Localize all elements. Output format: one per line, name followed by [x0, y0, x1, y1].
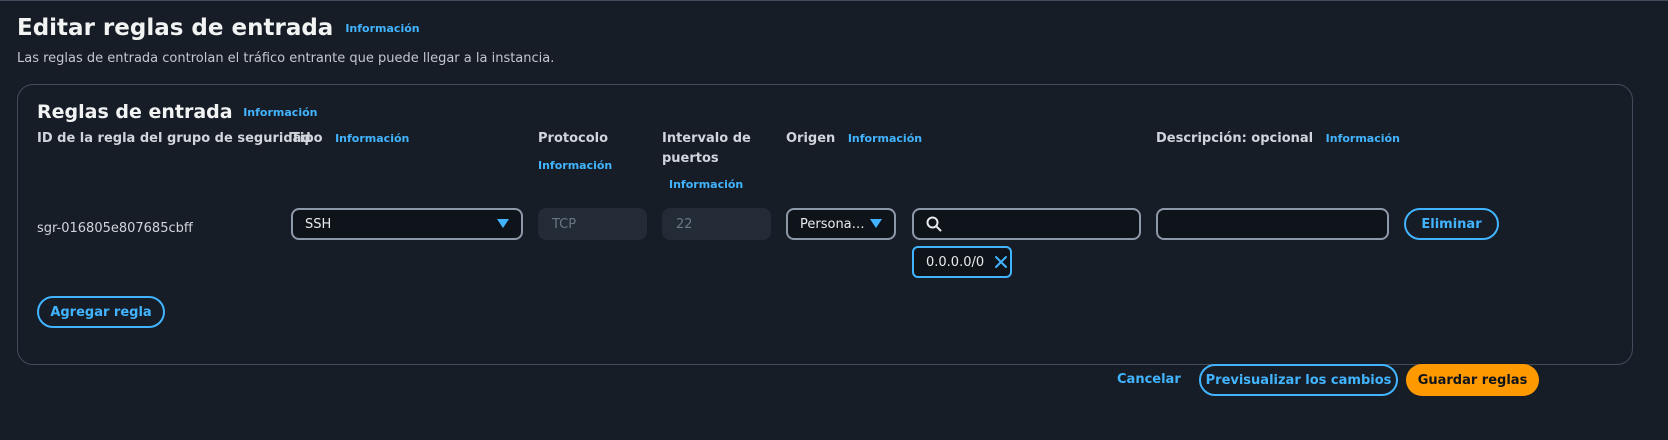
panel-title-text: Reglas de entrada [37, 101, 233, 123]
inbound-rules-panel: Reglas de entrada Información ID de la r… [17, 84, 1633, 365]
col-header-port-range-line1: Intervalo de [662, 131, 751, 146]
delete-rule-button[interactable]: Eliminar [1404, 208, 1499, 240]
preview-changes-button[interactable]: Previsualizar los cambios [1199, 364, 1398, 396]
source-info-link[interactable]: Información [848, 132, 922, 145]
add-rule-button[interactable]: Agregar regla [37, 296, 165, 328]
caret-down-icon [870, 219, 882, 228]
source-type-select[interactable]: Persona… [786, 208, 896, 240]
col-header-type: Tipo Información [291, 129, 409, 149]
page-title-text: Editar reglas de entrada [17, 15, 334, 41]
description-info-link[interactable]: Información [1326, 132, 1400, 145]
type-select[interactable]: SSH [291, 208, 523, 240]
page-title: Editar reglas de entrada Información [17, 15, 420, 41]
source-type-value: Persona… [800, 216, 865, 232]
col-header-description: Descripción: opcional Información [1156, 129, 1400, 149]
col-header-port-range-line2: puertos [662, 151, 719, 166]
type-info-link[interactable]: Información [335, 132, 409, 145]
port-range-info-link[interactable]: Información [669, 178, 743, 191]
col-header-source-label: Origen [786, 131, 836, 146]
description-input[interactable] [1156, 208, 1389, 240]
caret-down-icon [497, 219, 509, 228]
save-rules-button[interactable]: Guardar reglas [1406, 364, 1539, 396]
col-header-description-label: Descripción: opcional [1156, 131, 1314, 146]
col-header-port-range: Intervalo de puertos [662, 129, 751, 169]
col-header-type-label: Tipo [291, 131, 323, 146]
panel-info-link[interactable]: Información [243, 106, 317, 119]
col-header-protocol: Protocolo [538, 131, 609, 146]
panel-title: Reglas de entrada Información [37, 101, 317, 123]
page-info-link[interactable]: Información [345, 22, 419, 35]
cancel-button[interactable]: Cancelar [1117, 372, 1181, 387]
protocol-info-link[interactable]: Información [538, 159, 612, 172]
source-token-label: 0.0.0.0/0 [926, 254, 985, 270]
source-token: 0.0.0.0/0 [912, 246, 1012, 278]
type-select-value: SSH [305, 216, 332, 232]
col-header-rule-id: ID de la regla del grupo de seguridad [37, 131, 311, 146]
close-icon[interactable] [994, 255, 1008, 269]
source-search-input[interactable] [912, 208, 1141, 240]
port-range-field: 22 [662, 208, 771, 240]
col-header-source: Origen Información [786, 129, 922, 149]
top-divider [0, 0, 1668, 1]
protocol-field: TCP [538, 208, 647, 240]
page-subtitle: Las reglas de entrada controlan el tráfi… [17, 51, 555, 66]
rule-id: sgr-016805e807685cbff [37, 221, 193, 236]
search-icon [926, 216, 942, 232]
